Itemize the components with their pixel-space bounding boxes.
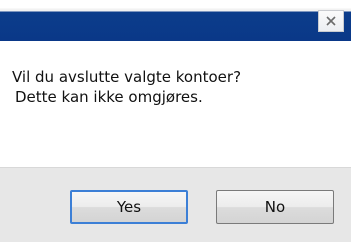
close-icon (326, 16, 336, 26)
dialog-message: Vil du avslutte valgte kontoer? Dette ka… (12, 47, 241, 127)
message-line-1: Vil du avslutte valgte kontoer? (12, 68, 242, 86)
confirmation-dialog: Vil du avslutte valgte kontoer? Dette ka… (0, 0, 351, 242)
title-bar[interactable] (0, 0, 351, 41)
message-line-2: Dette kan ikke omgjøres. (15, 88, 203, 106)
yes-button[interactable]: Yes (70, 190, 188, 224)
button-bar: Yes No (0, 167, 351, 242)
close-button[interactable] (318, 10, 344, 32)
no-button[interactable]: No (216, 190, 334, 224)
